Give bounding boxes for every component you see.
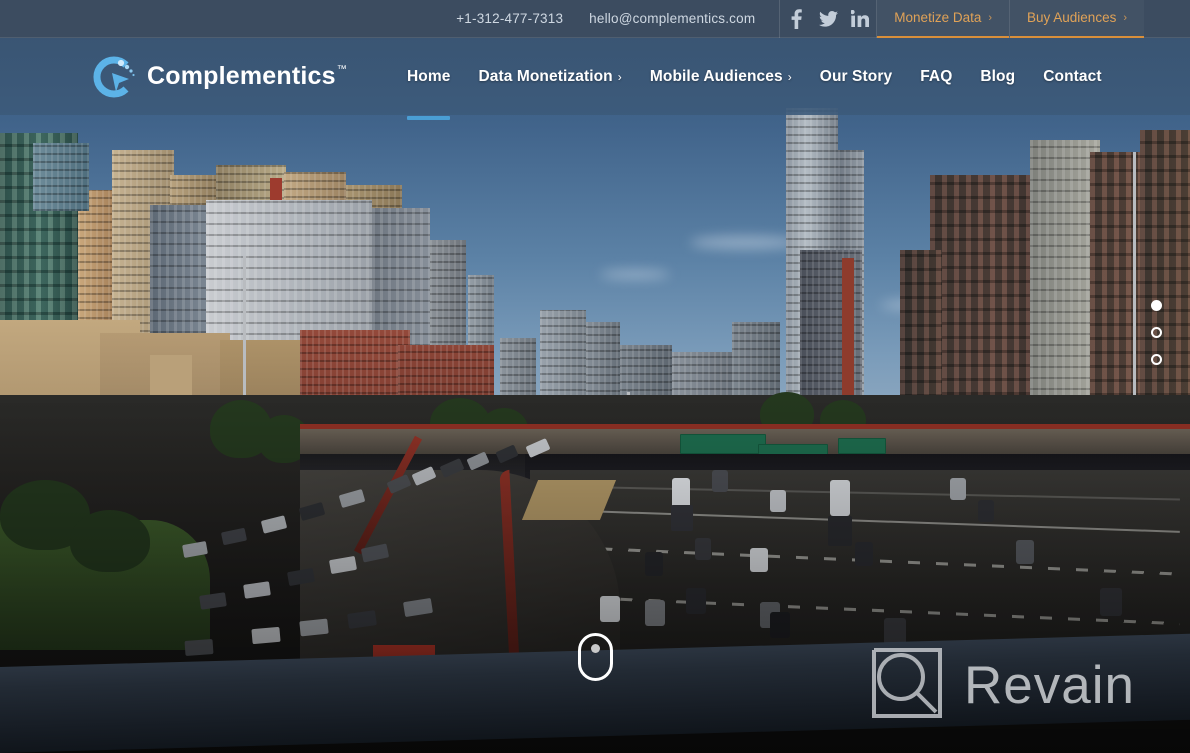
monetize-data-button[interactable]: Monetize Data › [877, 0, 1010, 38]
buy-audiences-label: Buy Audiences [1027, 10, 1117, 25]
nav-item-our-story[interactable]: Our Story [806, 38, 906, 115]
car [645, 552, 663, 576]
slide-dot-1[interactable] [1151, 300, 1162, 311]
truck [672, 478, 690, 508]
car [600, 596, 620, 622]
highway-sign [838, 438, 886, 454]
slide-dot-3[interactable] [1151, 354, 1162, 365]
nav-label: Our Story [819, 67, 893, 85]
chevron-right-icon: › [617, 69, 622, 84]
nav-item-faq[interactable]: FAQ [906, 38, 966, 115]
car [299, 618, 329, 637]
twitter-icon[interactable] [812, 0, 844, 38]
nav-item-mobile-audiences[interactable]: Mobile Audiences › [636, 38, 806, 115]
facebook-icon[interactable] [780, 0, 812, 38]
logo-link[interactable]: Complementics ™ [88, 53, 347, 101]
car [184, 639, 214, 656]
complementics-logo-icon [88, 53, 136, 101]
monetize-data-label: Monetize Data [894, 10, 982, 25]
car [750, 548, 768, 572]
light-pole [1133, 152, 1136, 412]
car [686, 588, 706, 614]
nav-item-contact[interactable]: Contact [1029, 38, 1115, 115]
nav-label: FAQ [920, 67, 953, 85]
chevron-right-icon: › [1123, 11, 1127, 24]
tree [70, 510, 150, 572]
main-navigation: Home Data Monetization › Mobile Audience… [393, 38, 1116, 120]
truck [671, 505, 693, 531]
car [695, 538, 711, 560]
nav-item-data-monetization[interactable]: Data Monetization › [464, 38, 635, 115]
logo-text: Complementics [147, 62, 336, 90]
revain-watermark-text: Revain [964, 656, 1135, 715]
nav-label: Blog [980, 67, 1016, 85]
nav-label: Contact [1043, 67, 1102, 85]
slide-dot-2[interactable] [1151, 327, 1162, 338]
linkedin-icon[interactable] [844, 0, 876, 38]
car [978, 500, 994, 522]
nav-label: Data Monetization [478, 67, 613, 85]
nav-label: Mobile Audiences [649, 67, 783, 85]
nav-label: Home [406, 67, 451, 85]
logo-text-wrap: Complementics ™ [147, 62, 347, 91]
scroll-knob [591, 644, 600, 653]
highway-sign [680, 434, 766, 454]
nav-item-blog[interactable]: Blog [966, 38, 1029, 115]
car [855, 542, 873, 566]
revain-logo-icon [868, 644, 946, 727]
building [33, 143, 89, 211]
chevron-right-icon: › [988, 11, 993, 24]
car [1100, 588, 1122, 616]
car [645, 600, 665, 626]
site-header: Complementics ™ Home Data Monetization ›… [0, 38, 1190, 120]
car [770, 490, 786, 512]
slider-pagination [1151, 300, 1162, 365]
car [950, 478, 966, 500]
truck [828, 516, 852, 546]
cloud [690, 236, 800, 249]
overpass-rail [300, 424, 1190, 429]
truck [830, 480, 850, 516]
car [770, 612, 790, 638]
car [712, 470, 728, 492]
scroll-down-indicator[interactable] [578, 633, 613, 681]
car [251, 626, 281, 645]
phone-number[interactable]: +1-312-477-7313 [456, 11, 563, 26]
chevron-right-icon: › [787, 69, 792, 84]
car [1016, 540, 1034, 564]
cloud [600, 270, 670, 279]
retaining-wall [521, 480, 617, 520]
top-utility-bar: +1-312-477-7313 hello@complementics.com … [0, 0, 1190, 38]
buy-audiences-button[interactable]: Buy Audiences › [1010, 0, 1144, 38]
building [1140, 130, 1190, 424]
revain-watermark: Revain [868, 644, 1135, 727]
trademark-symbol: ™ [336, 64, 347, 75]
nav-item-home[interactable]: Home [393, 38, 464, 120]
email-address[interactable]: hello@complementics.com [589, 11, 755, 26]
